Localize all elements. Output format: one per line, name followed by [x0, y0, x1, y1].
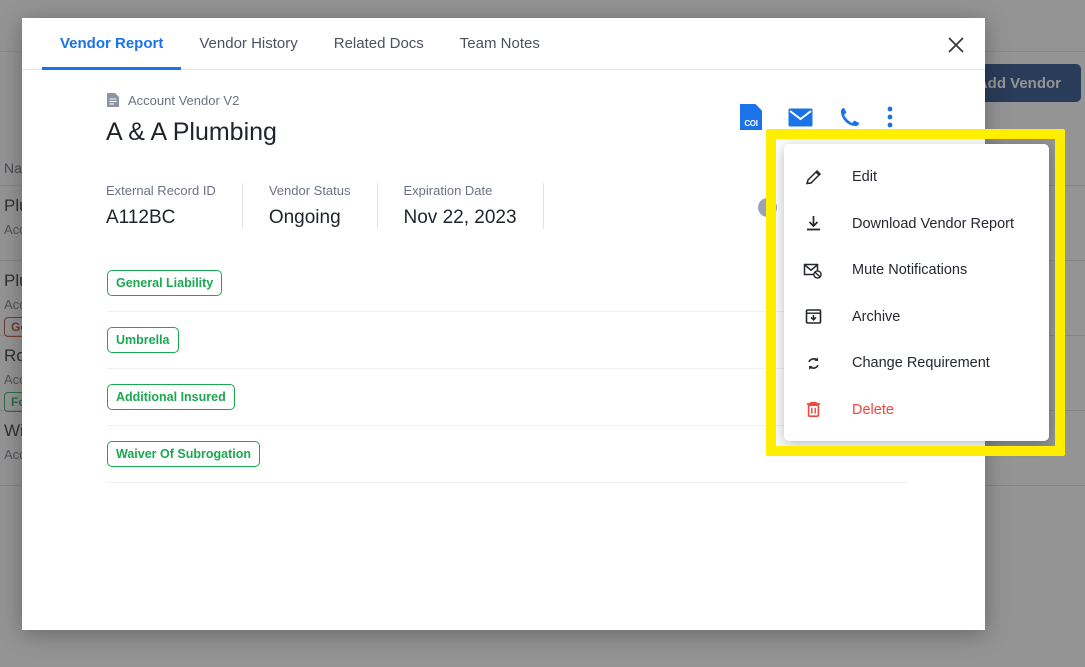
modal-tabbar: Vendor Report Vendor History Related Doc… [22, 18, 985, 70]
tab-team-notes[interactable]: Team Notes [442, 18, 558, 69]
tab-vendor-report[interactable]: Vendor Report [42, 18, 182, 70]
email-icon[interactable] [788, 108, 813, 127]
coi-document-icon[interactable]: COI [740, 104, 762, 130]
meta-expiration-date: Expiration Date Nov 22, 2023 [404, 183, 544, 229]
requirement-tag[interactable]: Umbrella [107, 327, 179, 353]
requirement-tag[interactable]: Additional Insured [107, 384, 235, 410]
requirement-tag[interactable]: Waiver Of Subrogation [107, 441, 260, 467]
more-vertical-icon[interactable] [887, 106, 893, 128]
requirement-tag[interactable]: General Liability [107, 270, 223, 296]
tab-vendor-history[interactable]: Vendor History [181, 18, 315, 69]
meta-external-record-id: External Record ID A112BC [106, 183, 243, 229]
phone-icon[interactable] [839, 106, 861, 128]
close-icon[interactable] [943, 32, 969, 58]
action-icon-row: COI [740, 104, 893, 130]
meta-vendor-status: Vendor Status Ongoing [269, 183, 378, 229]
record-type-label: Account Vendor V2 [128, 92, 240, 108]
highlight-annotation [766, 129, 1065, 456]
tab-related-docs[interactable]: Related Docs [316, 18, 442, 69]
document-icon [107, 93, 119, 107]
